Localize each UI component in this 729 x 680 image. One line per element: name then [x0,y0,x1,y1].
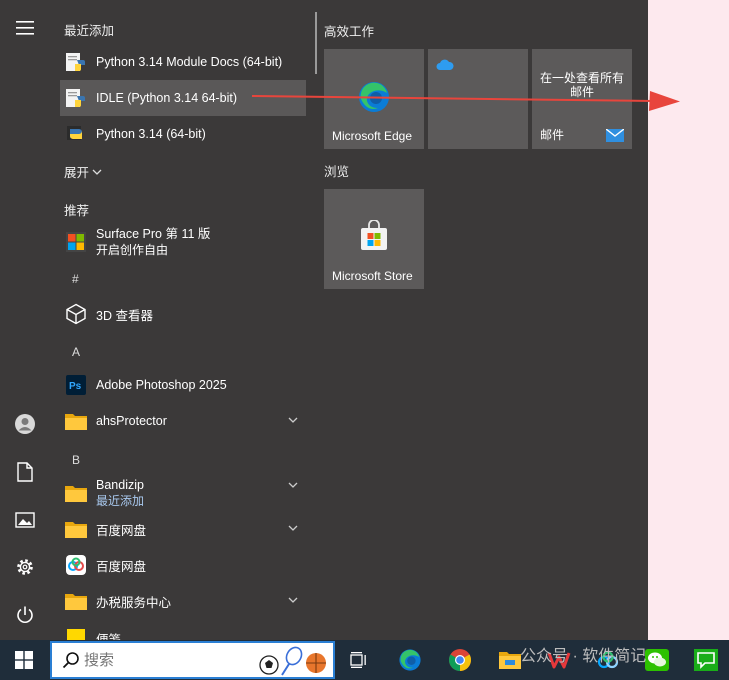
app-3d-viewer[interactable]: 3D 查看器 [60,296,306,332]
chat-icon [694,649,718,671]
app-label: 3D 查看器 [96,308,153,323]
onedrive-icon [436,59,454,70]
app-sublabel: 最近添加 [96,493,145,508]
task-view-icon [350,652,366,668]
app-python-docs[interactable]: Python 3.14 Module Docs (64-bit) [60,44,306,80]
wechat-icon [645,649,669,671]
user-icon [15,414,35,434]
folder-baidu-netdisk[interactable]: 百度网盘 [60,511,306,547]
chevron-down-icon [92,169,102,175]
tile-group-heading: 浏览 [324,165,350,179]
windows-logo-icon [15,651,33,669]
app-label: Python 3.14 Module Docs (64-bit) [96,55,283,69]
chevron-down-icon [288,525,298,531]
search-input[interactable] [84,651,234,669]
chevron-down-icon [288,482,298,488]
pictures-button[interactable] [6,502,44,538]
search-box[interactable] [50,641,335,679]
expand-button[interactable]: 展开 [64,162,102,181]
task-view-button[interactable] [345,646,373,674]
annotation-arrow [251,91,680,111]
tile-label: 邮件 [540,128,565,142]
search-icon [62,652,79,669]
start-button[interactable] [0,640,48,680]
app-label: 办税服务中心 [96,595,172,610]
settings-button[interactable] [6,549,44,585]
mail-icon [606,129,624,142]
chevron-down-icon [288,417,298,423]
power-icon [17,606,33,623]
power-button[interactable] [6,597,44,633]
taskbar-chrome[interactable] [446,646,474,674]
app-label: 便笺 [96,632,122,641]
python-icon [64,122,88,146]
picture-icon [15,512,35,528]
chrome-icon [449,649,471,671]
resize-divider[interactable] [315,12,317,74]
tile-label: Microsoft Edge [332,129,413,143]
app-baidu-netdisk[interactable]: 百度网盘 [60,547,306,583]
baidu-netdisk-icon [64,553,88,577]
recent-heading: 最近添加 [64,24,115,38]
document-icon [17,462,33,482]
letter-header-hash[interactable]: # [72,272,79,286]
app-label: IDLE (Python 3.14 64-bit) [96,91,238,105]
app-label: Surface Pro 第 11 版 [96,226,211,241]
edge-icon [399,649,421,671]
app-label: 百度网盘 [96,523,147,538]
app-python[interactable]: Python 3.14 (64-bit) [60,116,306,152]
tile-group-heading: 高效工作 [324,25,375,39]
folder-tax-service[interactable]: 办税服务中心 [60,583,306,619]
app-label: Bandizip [96,477,144,492]
svg-text:Ps: Ps [69,381,82,392]
folder-icon [64,409,88,433]
file-explorer-icon [499,652,521,669]
recommended-heading: 推荐 [64,204,90,218]
app-label: 百度网盘 [96,559,147,574]
surface-icon [64,230,88,254]
folder-icon [64,589,88,613]
sports-doodle-icon [259,646,326,676]
python-idle-icon [64,86,88,110]
watermark-text: 公众号 · 软件简记 [520,648,647,665]
app-photoshop[interactable]: Ps Adobe Photoshop 2025 [60,367,306,403]
store-icon [361,220,387,250]
folder-icon [64,481,88,505]
gear-icon [17,559,33,575]
taskbar-wechat[interactable] [643,646,671,674]
folder-bandizip[interactable]: Bandizip 最近添加 [60,474,306,512]
app-sublabel: 开启创作自由 [96,242,169,257]
app-label: Python 3.14 (64-bit) [96,127,206,141]
app-label: ahsProtector [96,414,167,428]
letter-header-b[interactable]: B [72,453,80,467]
chevron-down-icon [288,597,298,603]
app-surface-pro[interactable]: Surface Pro 第 11 版 开启创作自由 [60,224,306,260]
user-account-button[interactable] [6,406,44,442]
app-label: Adobe Photoshop 2025 [96,378,227,392]
python-docs-icon [64,50,88,74]
hamburger-menu-button[interactable] [6,10,44,46]
taskbar-edge[interactable] [396,646,424,674]
taskbar-messages[interactable] [692,646,720,674]
tile-microsoft-store[interactable]: Microsoft Store [324,189,424,289]
hamburger-icon [16,21,34,35]
start-rail [0,0,50,640]
photoshop-icon: Ps [64,373,88,397]
cube-icon [64,302,88,326]
sticky-notes-icon [64,626,88,640]
folder-ahsprotector[interactable]: ahsProtector [60,403,306,439]
folder-icon [64,517,88,541]
letter-header-a[interactable]: A [72,345,80,359]
documents-button[interactable] [6,454,44,490]
tile-label: Microsoft Store [332,269,413,283]
expand-label: 展开 [64,166,90,180]
app-sticky-notes[interactable]: 便笺 [60,620,306,640]
